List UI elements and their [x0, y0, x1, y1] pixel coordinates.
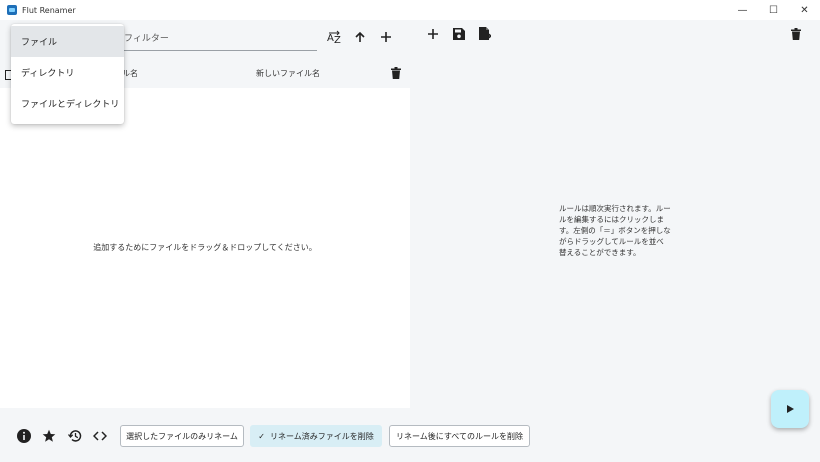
- load-rules-button[interactable]: [476, 26, 494, 42]
- svg-text:Z: Z: [334, 35, 341, 44]
- app-icon: [7, 5, 17, 15]
- sort-az-icon[interactable]: A Z: [325, 28, 345, 46]
- plus-icon: [428, 29, 438, 39]
- check-icon: ✓: [258, 431, 265, 441]
- column-header-filename[interactable]: ル名: [122, 68, 138, 79]
- rules-empty-message: ルールは順次実行されます。ルールを編集するにはクリックします。左側の「＝」ボタン…: [559, 204, 671, 257]
- title-bar: Flut Renamer — ☐ ✕: [0, 0, 820, 20]
- file-export-icon: [479, 27, 491, 40]
- trash-icon: [791, 28, 801, 40]
- rename-selected-only-button[interactable]: 選択したファイルのみリネーム: [120, 425, 244, 447]
- star-icon[interactable]: [41, 428, 57, 444]
- window-controls: — ☐ ✕: [727, 0, 820, 20]
- play-icon: [787, 405, 794, 413]
- info-icon[interactable]: [16, 428, 32, 444]
- close-button[interactable]: ✕: [789, 0, 820, 20]
- save-icon: [453, 28, 465, 40]
- rename-selected-only-label: 選択したファイルのみリネーム: [126, 431, 238, 441]
- remove-renamed-files-label: リネーム済みファイルを削除: [269, 431, 374, 441]
- dropdown-item-file[interactable]: ファイル: [11, 26, 124, 57]
- arrow-up-icon[interactable]: [350, 28, 370, 46]
- dropdown-item-file-and-directory[interactable]: ファイルとディレクトリ: [11, 88, 124, 119]
- add-rule-button[interactable]: [424, 26, 442, 42]
- dropdown-item-directory[interactable]: ディレクトリ: [11, 57, 124, 88]
- column-header-new-filename[interactable]: 新しいファイル名: [256, 68, 320, 79]
- save-rules-button[interactable]: [450, 26, 468, 42]
- minimize-button[interactable]: —: [727, 0, 758, 20]
- empty-file-list-message: 追加するためにファイルをドラッグ＆ドロップしてください。: [93, 243, 317, 252]
- clear-rules-button[interactable]: [787, 26, 805, 42]
- bottom-bar: 選択したファイルのみリネーム ✓ リネーム済みファイルを削除 リネーム後にすべて…: [0, 408, 820, 462]
- remove-renamed-files-button[interactable]: ✓ リネーム済みファイルを削除: [250, 425, 382, 447]
- plus-icon[interactable]: [376, 28, 396, 46]
- filter-input[interactable]: [120, 27, 317, 51]
- file-type-dropdown-menu: ファイル ディレクトリ ファイルとディレクトリ: [11, 24, 124, 124]
- clear-rules-after-rename-button[interactable]: リネーム後にすべてのルールを削除: [389, 425, 530, 447]
- svg-text:A: A: [327, 33, 334, 44]
- window-title: Flut Renamer: [22, 5, 76, 15]
- run-rename-button[interactable]: [771, 390, 809, 428]
- history-icon[interactable]: [67, 428, 83, 444]
- clear-rules-after-rename-label: リネーム後にすべてのルールを削除: [396, 431, 523, 441]
- maximize-button[interactable]: ☐: [758, 0, 789, 20]
- code-icon[interactable]: [92, 428, 108, 444]
- trash-icon[interactable]: [389, 66, 403, 80]
